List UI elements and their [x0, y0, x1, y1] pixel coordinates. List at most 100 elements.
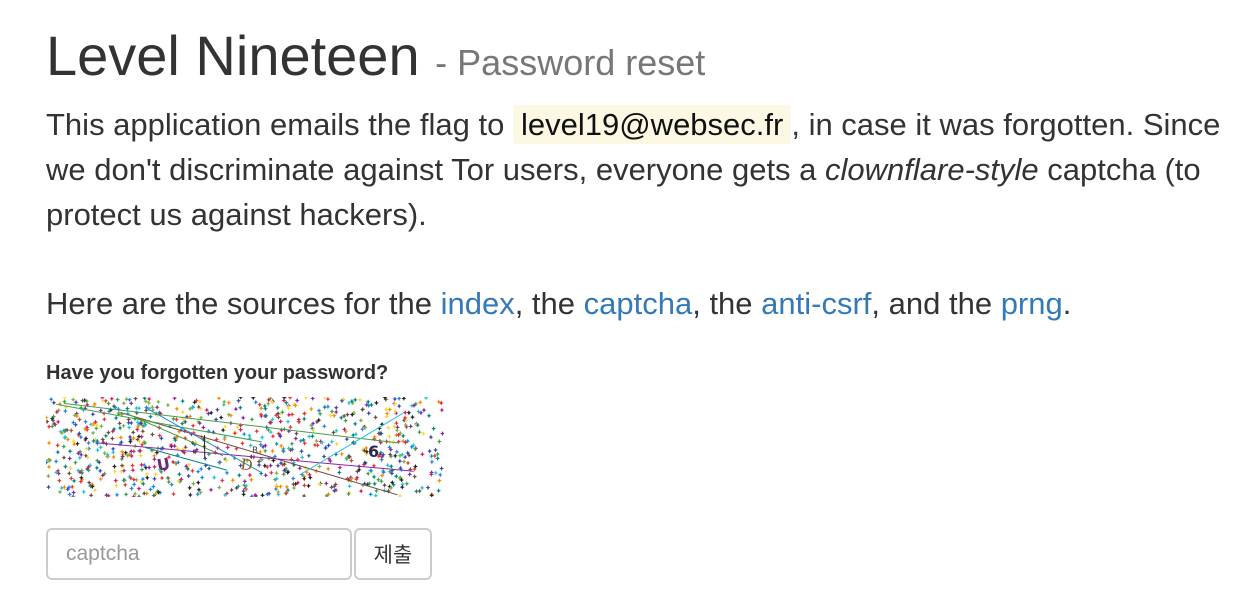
captcha-speck [396, 403, 402, 409]
captcha-speck [137, 448, 143, 454]
captcha-speck [130, 467, 136, 473]
captcha-speck [122, 477, 128, 483]
captcha-speck [287, 397, 293, 400]
captcha-speck [180, 409, 186, 415]
captcha-speck [59, 485, 65, 491]
captcha-speck [221, 399, 227, 405]
captcha-speck [81, 489, 87, 495]
captcha-speck [51, 400, 57, 406]
captcha-speck [371, 474, 377, 480]
source-link-anti-csrf[interactable]: anti-csrf [761, 286, 871, 321]
intro-text-1: This application emails the flag to [46, 107, 513, 142]
captcha-speck [249, 416, 255, 422]
captcha-speck [306, 472, 312, 478]
captcha-speck [303, 397, 309, 401]
captcha-speck [385, 425, 391, 431]
captcha-speck [240, 415, 246, 421]
captcha-speck [68, 475, 74, 481]
captcha-speck [117, 425, 123, 431]
captcha-speck [325, 466, 331, 472]
captcha-speck [121, 468, 127, 474]
captcha-speck [113, 478, 119, 484]
captcha-speck [67, 455, 73, 461]
captcha-speck [394, 449, 400, 455]
captcha-speck [436, 488, 442, 494]
captcha-speck [119, 449, 125, 455]
captcha-speck [195, 480, 201, 486]
captcha-speck [110, 446, 116, 452]
target-email: level19@websec.fr [512, 105, 792, 144]
captcha-speck [417, 488, 423, 494]
captcha-speck [437, 472, 443, 478]
captcha-speck [66, 470, 72, 476]
captcha-speck [61, 444, 67, 450]
intro-emphasis: clownflare-style [825, 152, 1039, 187]
captcha-speck [419, 451, 425, 457]
captcha-speck [358, 417, 364, 423]
captcha-speck [155, 399, 161, 405]
captcha-speck [316, 408, 322, 414]
captcha-speck [121, 400, 127, 406]
captcha-speck [187, 485, 193, 491]
captcha-image: U D R 6 [46, 397, 444, 497]
captcha-speck [149, 432, 155, 438]
captcha-speck [402, 410, 408, 416]
captcha-speck [397, 493, 403, 497]
page-subtitle: - Password reset [435, 42, 706, 83]
captcha-speck [225, 444, 231, 450]
captcha-speck [321, 453, 327, 459]
captcha-speck [126, 425, 132, 431]
captcha-speck [293, 431, 299, 437]
captcha-speck [226, 400, 232, 406]
captcha-speck [436, 438, 442, 444]
captcha-speck [233, 406, 239, 412]
captcha-input[interactable] [46, 528, 352, 580]
captcha-speck [333, 405, 339, 411]
captcha-speck [291, 485, 297, 491]
source-link-captcha[interactable]: captcha [584, 286, 693, 321]
captcha-speck [433, 447, 439, 453]
captcha-speck [404, 481, 410, 487]
captcha-speck [306, 483, 312, 489]
captcha-speck [146, 397, 152, 402]
submit-button[interactable]: 제출 [354, 528, 432, 580]
captcha-speck [214, 407, 220, 413]
captcha-speck [249, 493, 255, 497]
captcha-speck [109, 397, 115, 402]
captcha-speck [248, 477, 254, 483]
captcha-speck [353, 431, 359, 437]
source-link-index[interactable]: index [441, 286, 515, 321]
captcha-speck [334, 441, 340, 447]
page-title-text: Level Nineteen [46, 24, 420, 87]
intro-paragraph: This application emails the flag to leve… [46, 102, 1246, 237]
captcha-speck [417, 399, 423, 405]
captcha-speck [339, 451, 345, 457]
sources-paragraph: Here are the sources for the index, the … [46, 281, 1071, 326]
captcha-speck [343, 418, 349, 424]
captcha-speck [208, 487, 214, 493]
captcha-speck [174, 416, 180, 422]
source-link-prng[interactable]: prng [1001, 286, 1063, 321]
captcha-speck [121, 423, 127, 429]
captcha-speck [350, 432, 356, 438]
captcha-speck [433, 470, 439, 476]
captcha-speck [325, 404, 331, 410]
captcha-speck [329, 484, 335, 490]
captcha-speck [103, 433, 109, 439]
captcha-speck [92, 487, 98, 493]
captcha-speck [412, 474, 418, 480]
captcha-speck [294, 398, 300, 404]
captcha-speck [103, 398, 109, 404]
captcha-speck [284, 484, 290, 490]
captcha-speck [440, 430, 444, 436]
captcha-speck [117, 420, 123, 426]
captcha-speck [187, 492, 193, 497]
captcha-speck [337, 465, 343, 471]
captcha-speck [429, 492, 435, 497]
captcha-speck [55, 449, 61, 455]
captcha-speck [310, 397, 316, 401]
captcha-speck [147, 486, 153, 492]
captcha-speck [211, 475, 217, 481]
captcha-speck [111, 454, 117, 460]
captcha-speck [285, 419, 291, 425]
